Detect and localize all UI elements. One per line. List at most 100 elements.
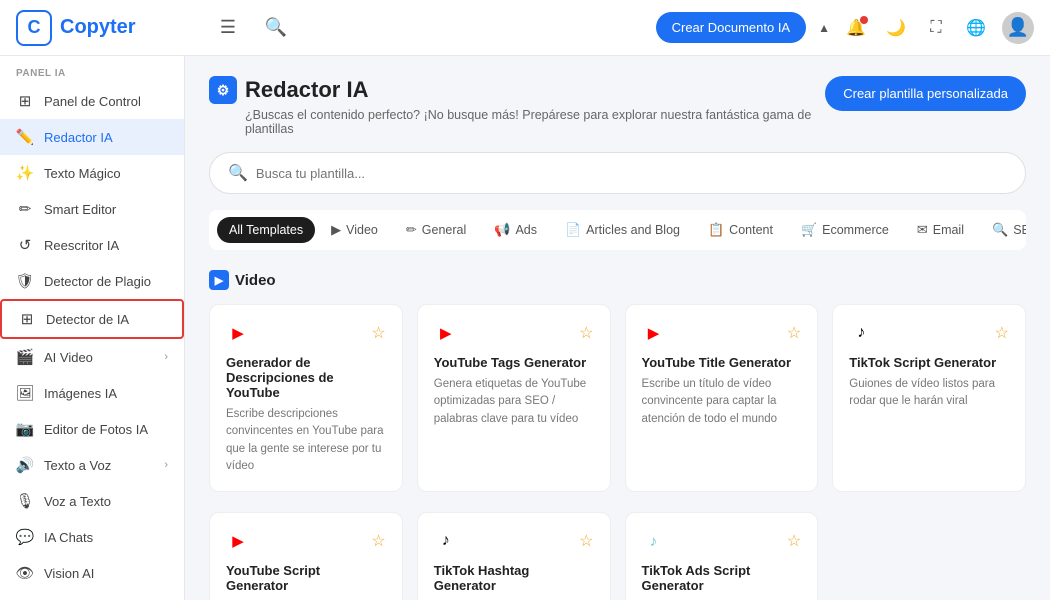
menu-icon[interactable]: ☰ [212,12,244,44]
tab-general[interactable]: ✏General [394,216,478,244]
card-title-tiktok-ads: TikTok Ads Script Generator [642,563,802,593]
card-top-tiktok-ads: ♪ ☆ [642,529,802,553]
card-desc-yt-tags: Genera etiquetas de YouTube optimizadas … [434,376,594,428]
language-icon[interactable]: 🌐 [962,14,990,42]
tabs-bar: All Templates ▶Video✏General 📢 Ads 📄Articles… [209,210,1026,250]
sidebar-label-panel-control: Panel de Control [44,94,168,109]
page-title-icon: ⚙ [209,76,237,104]
card-top-yt-desc: ▶ ☆ [226,321,386,345]
sidebar-icon-voz-texto: 🎙 [16,492,34,510]
header-controls: ☰ 🔍 [212,12,640,44]
favorite-star-icon-tiktok-ads[interactable]: ☆ [787,531,801,551]
crear-plantilla-button[interactable]: Crear plantilla personalizada [825,76,1026,111]
sidebar-icon-editor-fotos: 📷 [16,420,34,438]
notification-bell-icon[interactable]: 🔔 [842,14,870,42]
sidebar-label-redactor-ia: Redactor IA [44,130,168,145]
card-title-tiktok-hashtag: TikTok Hashtag Generator [434,563,594,593]
card-desc-yt-desc: Escribe descripciones convincentes en Yo… [226,406,386,475]
card-title-yt-desc: Generador de Descripciones de YouTube [226,355,386,400]
tab-content[interactable]: 📋Content [696,216,785,244]
sidebar-icon-reescritor-ia: ↺ [16,236,34,254]
card-tiktok-hashtag[interactable]: ♪ ☆ TikTok Hashtag Generator Generate Ti… [417,512,611,600]
sidebar-item-detector-plagio[interactable]: 🛡 Detector de Plagio [0,263,184,299]
card-yt-desc[interactable]: ▶ ☆ Generador de Descripciones de YouTub… [209,304,403,492]
logo-area: C Copyter [16,10,196,46]
crear-documento-button[interactable]: Crear Documento IA [656,12,807,43]
fullscreen-icon[interactable]: ⛶ [922,14,950,42]
favorite-star-icon-yt-tags[interactable]: ☆ [579,323,593,343]
sidebar-icon-smart-editor: ✏ [16,200,34,218]
card-title-yt-tags: YouTube Tags Generator [434,355,594,370]
sidebar-item-panel-control[interactable]: ⊞ Panel de Control [0,83,184,119]
tab-label-content: Content [729,223,773,237]
card-top-yt-script: ▶ ☆ [226,529,386,553]
app-header: C Copyter ☰ 🔍 Crear Documento IA ▲ 🔔 🌙 ⛶… [0,0,1050,56]
sidebar-item-texto-magico[interactable]: ✨ Texto Mágico [0,155,184,191]
sidebar-item-reescritor-ia[interactable]: ↺ Reescritor IA [0,227,184,263]
card-tiktok-script[interactable]: ♪ ☆ TikTok Script Generator Guiones de v… [832,304,1026,492]
sidebar-label-vision-ai: Vision AI [44,566,168,581]
tab-icon-email: ✉ [917,222,928,238]
sidebar-label-reescritor-ia: Reescritor IA [44,238,168,253]
tab-ads[interactable]: 📢 Ads [482,216,549,244]
card-top-tiktok-script: ♪ ☆ [849,321,1009,345]
favorite-star-icon-yt-script[interactable]: ☆ [371,531,385,551]
sidebar-item-ia-chats[interactable]: 💬 IA Chats [0,519,184,555]
video-section-icon: ▶ [209,270,229,290]
sidebar-item-imagenes-ia[interactable]: 🖼 Imágenes IA [0,375,184,411]
cards-grid-row1: ▶ ☆ Generador de Descripciones de YouTub… [209,304,1026,492]
tab-all[interactable]: All Templates [217,217,315,243]
card-title-tiktok-script: TikTok Script Generator [849,355,1009,370]
sidebar-item-voz-texto[interactable]: 🎙 Voz a Texto [0,483,184,519]
tab-seo[interactable]: 🔍SEO [980,216,1026,244]
favorite-star-icon-yt-title[interactable]: ☆ [787,323,801,343]
tab-label-all: All Templates [229,223,303,237]
card-desc-tiktok-script: Guiones de vídeo listos para rodar que l… [849,376,1009,411]
card-yt-title[interactable]: ▶ ☆ YouTube Title Generator Escribe un t… [625,304,819,492]
sidebar-item-editor-fotos[interactable]: 📷 Editor de Fotos IA [0,411,184,447]
search-bar-icon: 🔍 [228,163,248,183]
sidebar-item-ai-video[interactable]: 🎬 AI Video › [0,339,184,375]
tab-video[interactable]: ▶Video [319,216,390,244]
search-icon[interactable]: 🔍 [260,12,292,44]
user-avatar[interactable]: 👤 [1002,12,1034,44]
sidebar-icon-panel-control: ⊞ [16,92,34,110]
favorite-star-icon-yt-desc[interactable]: ☆ [371,323,385,343]
tab-articles[interactable]: 📄Articles and Blog [553,216,692,244]
search-input[interactable] [256,166,1007,181]
sidebar-arrow-texto-voz: › [164,459,168,471]
tab-label-ecommerce: Ecommerce [822,223,889,237]
sidebar-label-detector-plagio: Detector de Plagio [44,274,168,289]
favorite-star-icon-tiktok-script[interactable]: ☆ [995,323,1009,343]
tab-ecommerce[interactable]: 🛒 Ecommerce [789,216,901,244]
sidebar-icon-texto-magico: ✨ [16,164,34,182]
tab-email[interactable]: ✉ Email [905,216,976,244]
card-title-yt-script: YouTube Script Generator [226,563,386,593]
video-section-heading: ▶ Video [209,270,1026,290]
card-top-tiktok-hashtag: ♪ ☆ [434,529,594,553]
sidebar-label-smart-editor: Smart Editor [44,202,168,217]
sidebar-label-imagenes-ia: Imágenes IA [44,386,168,401]
card-tiktok-ads[interactable]: ♪ ☆ TikTok Ads Script Generator Create a… [625,512,819,600]
tab-label-seo: SEO [1013,223,1026,237]
card-top-yt-tags: ▶ ☆ [434,321,594,345]
sidebar-label-ai-video: AI Video [44,350,154,365]
card-yt-script[interactable]: ▶ ☆ YouTube Script Generator Crea rápida… [209,512,403,600]
sidebar-label-editor-fotos: Editor de Fotos IA [44,422,168,437]
tab-icon-ecommerce: 🛒 [801,222,817,238]
tab-label-ads: Ads [515,223,537,237]
card-desc-yt-title: Escribe un título de vídeo convincente p… [642,376,802,428]
sidebar-icon-detector-ia: ⊞ [18,310,36,328]
sidebar-item-detector-ia[interactable]: ⊞ Detector de IA [0,299,184,339]
dark-mode-icon[interactable]: 🌙 [882,14,910,42]
tab-icon-ads: 📢 [494,222,510,238]
tab-label-email: Email [933,223,964,237]
sidebar-item-smart-editor[interactable]: ✏ Smart Editor [0,191,184,227]
favorite-star-icon-tiktok-hashtag[interactable]: ☆ [579,531,593,551]
sidebar-item-vision-ai[interactable]: 👁 Vision AI [0,555,184,591]
sidebar-item-redactor-ia[interactable]: ✏️ Redactor IA [0,119,184,155]
sidebar-label-ia-chats: IA Chats [44,530,168,545]
card-yt-tags[interactable]: ▶ ☆ YouTube Tags Generator Genera etique… [417,304,611,492]
logo-icon: C [16,10,52,46]
sidebar-item-texto-voz[interactable]: 🔊 Texto a Voz › [0,447,184,483]
